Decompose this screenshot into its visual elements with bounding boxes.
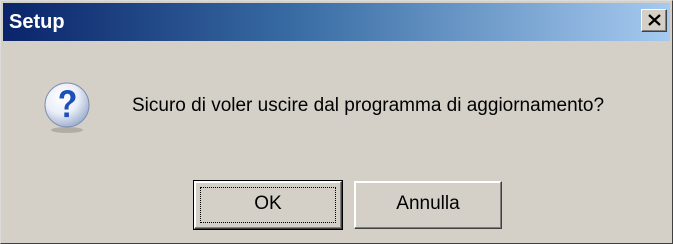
ok-button-label: OK [254, 193, 282, 214]
setup-dialog: Setup Sicuro di voler uscire dal program… [0, 0, 673, 244]
question-icon [44, 82, 90, 133]
close-button[interactable] [641, 9, 667, 32]
close-icon [648, 14, 661, 26]
title-bar[interactable]: Setup [3, 3, 670, 41]
cancel-button-label: Annulla [396, 193, 460, 214]
window-title: Setup [9, 11, 65, 33]
dialog-message: Sicuro di voler uscire dal programma di … [132, 95, 605, 116]
ok-button[interactable]: OK [193, 180, 343, 230]
cancel-button[interactable]: Annulla [354, 181, 502, 229]
